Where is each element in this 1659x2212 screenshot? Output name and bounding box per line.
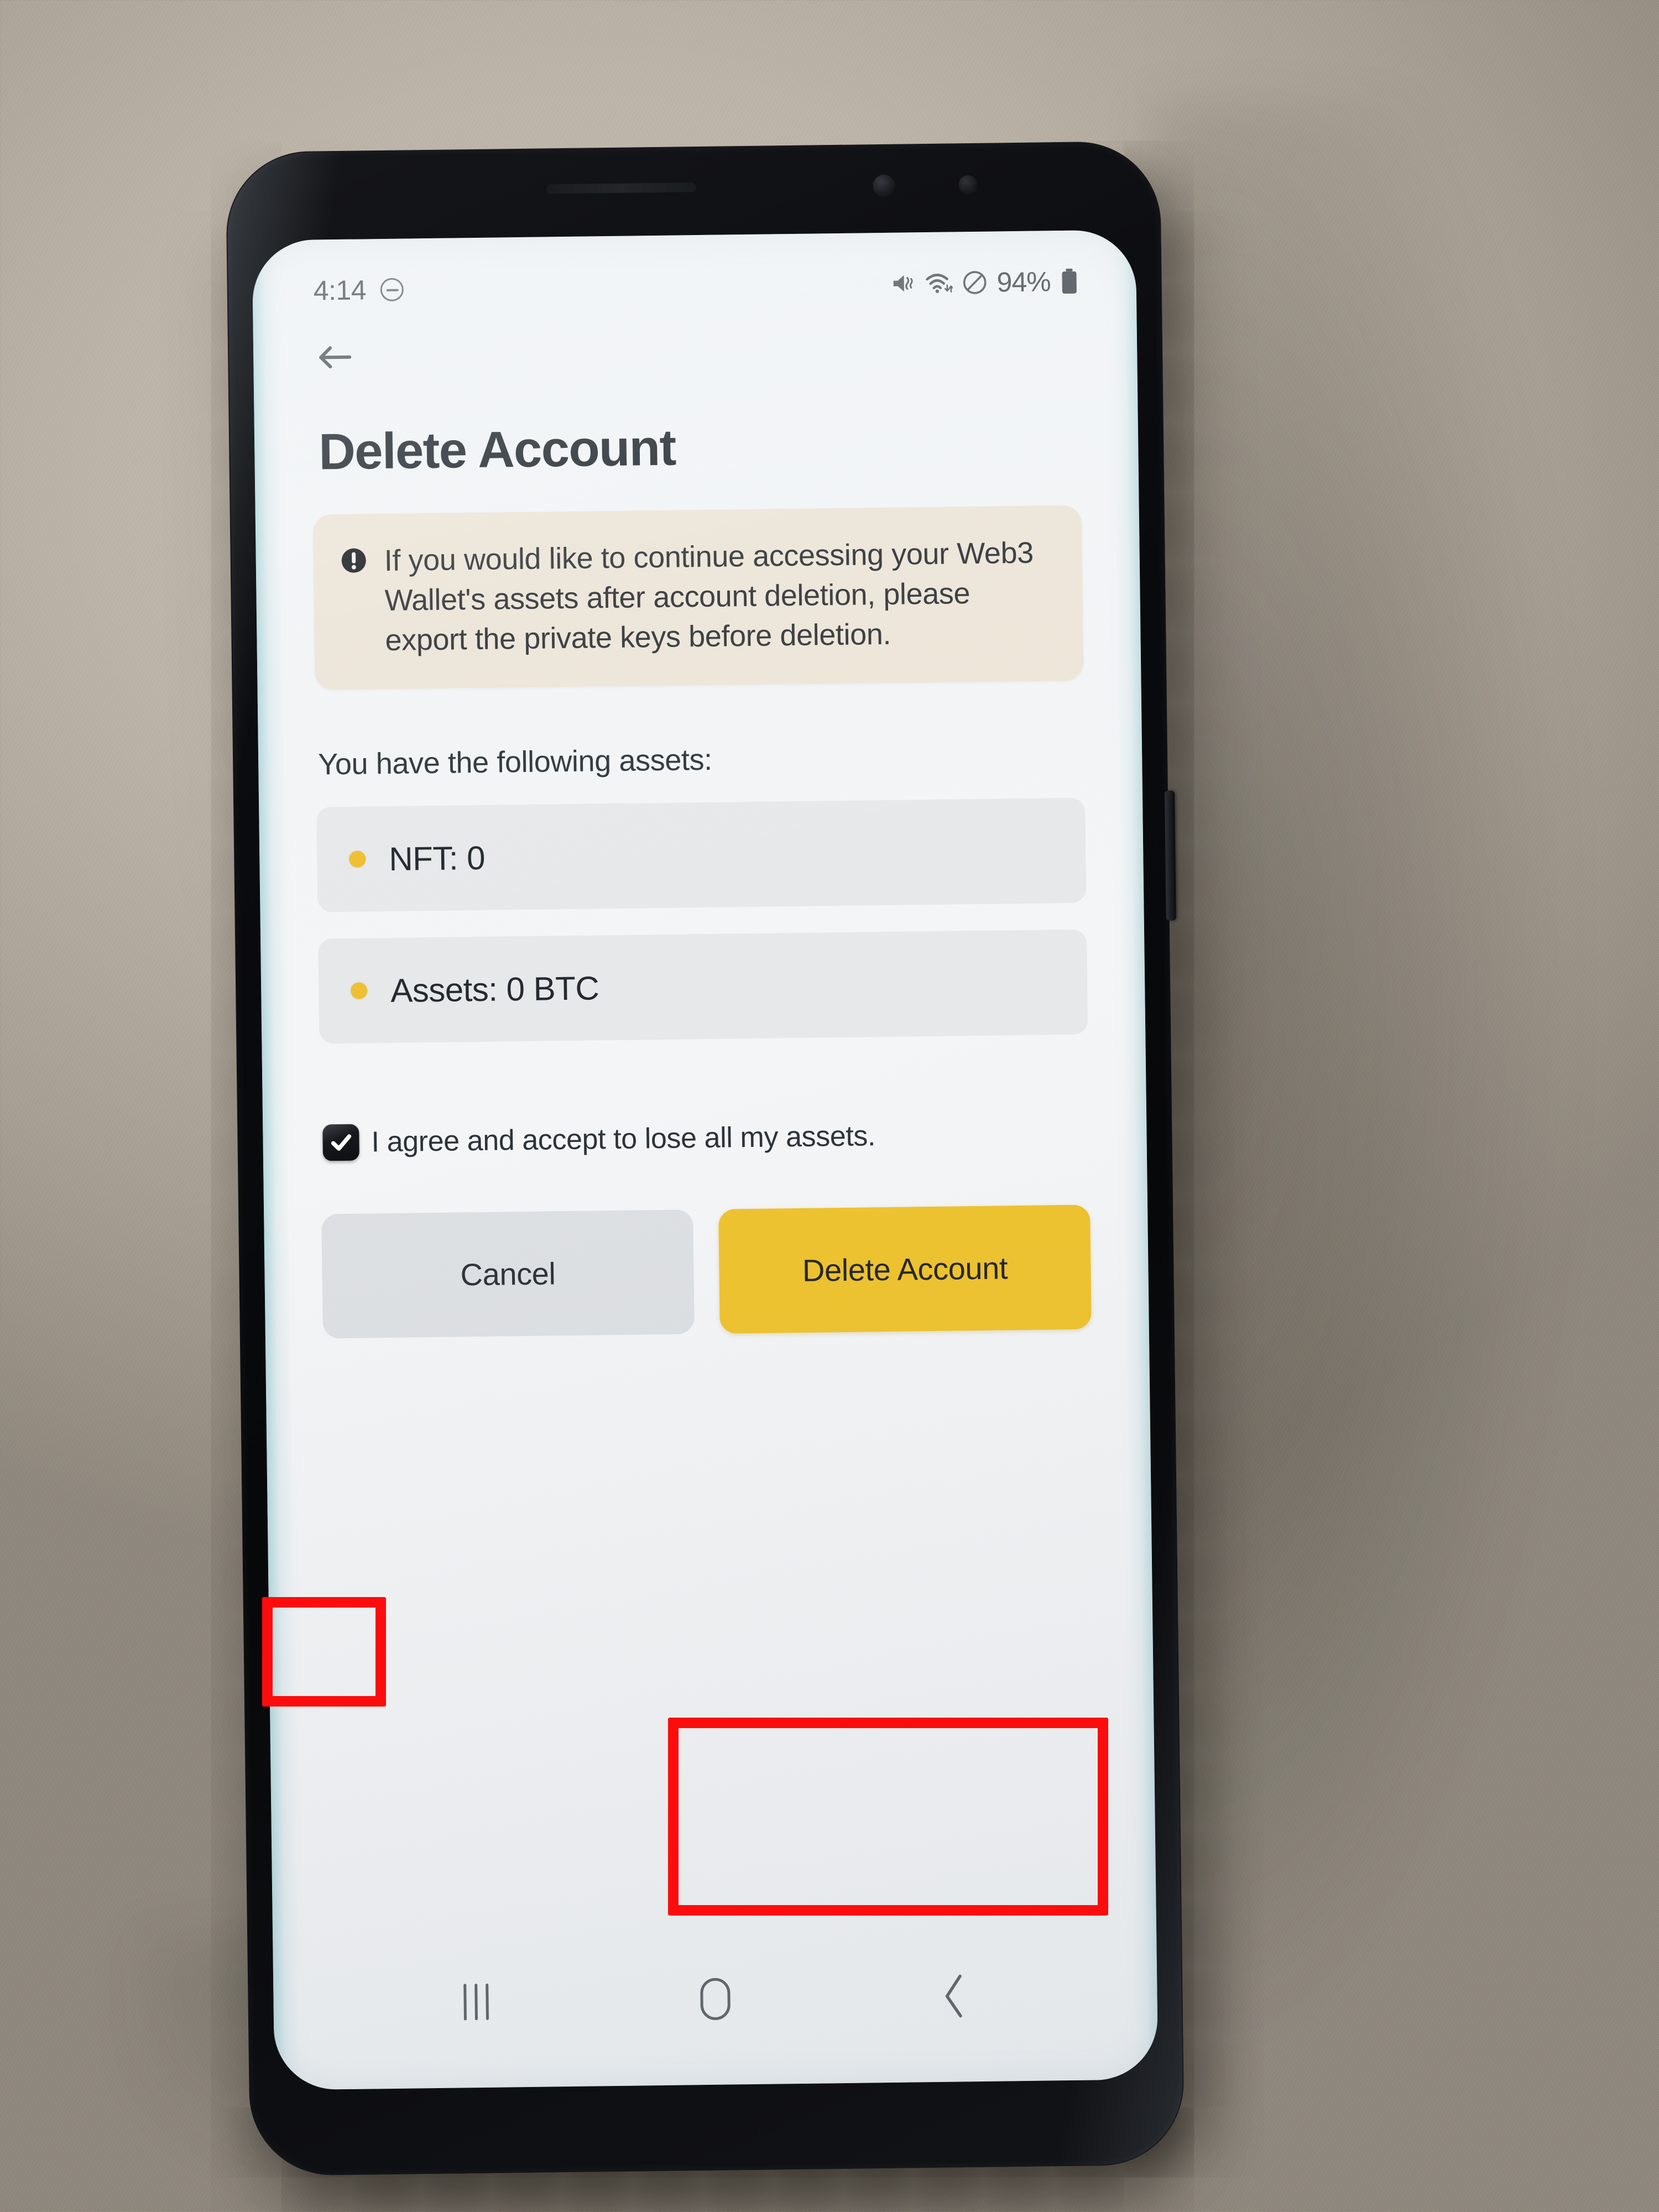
bullet-dot-icon <box>351 982 368 1000</box>
recents-icon[interactable] <box>434 1971 518 2033</box>
asset-row-assets: Assets: 0 BTC <box>318 929 1088 1044</box>
delete-account-button[interactable]: Delete Account <box>718 1204 1092 1334</box>
bullet-dot-icon <box>349 851 366 868</box>
wall-shadow-right <box>1150 100 1571 2035</box>
volume-mute-vibrate-icon <box>891 271 916 296</box>
exclamation-circle-icon <box>340 546 368 575</box>
do-not-disturb-minus-icon <box>380 278 404 302</box>
battery-percent-label: 94% <box>997 266 1051 298</box>
phone-screen: 4:14 94% Delete Account If you would lik… <box>252 229 1159 2090</box>
front-camera <box>873 174 895 197</box>
page-title: Delete Account <box>318 419 676 481</box>
phone-device: 4:14 94% Delete Account If you would lik… <box>225 140 1185 2177</box>
agreement-checkbox[interactable] <box>322 1124 360 1161</box>
action-button-row: Cancel Delete Account <box>321 1204 1092 1339</box>
checkmark-icon <box>331 1134 352 1151</box>
power-button[interactable] <box>1164 790 1176 921</box>
status-bar-right: 94% <box>891 265 1079 300</box>
warning-text: If you would like to continue accessing … <box>384 536 1034 657</box>
asset-row-nft: NFT: 0 <box>316 797 1087 912</box>
agreement-row[interactable]: I agree and accept to lose all my assets… <box>322 1115 1147 1161</box>
app-content: Delete Account If you would like to cont… <box>253 306 1157 2008</box>
app-top-bar <box>253 306 1138 400</box>
do-not-disturb-icon <box>962 270 988 296</box>
asset-label: Assets: 0 BTC <box>390 969 599 1009</box>
status-bar-left: 4:14 <box>313 274 404 307</box>
wifi-icon <box>925 270 953 295</box>
earpiece-speaker <box>546 182 696 194</box>
back-arrow-icon[interactable] <box>315 337 357 378</box>
agreement-label: I agree and accept to lose all my assets… <box>371 1120 876 1159</box>
cancel-button[interactable]: Cancel <box>321 1209 695 1339</box>
status-time: 4:14 <box>313 274 367 306</box>
battery-full-icon <box>1060 268 1079 295</box>
system-navigation-bar <box>273 1947 1158 2052</box>
home-icon[interactable] <box>674 1968 757 2030</box>
assets-heading: You have the following assets: <box>317 743 713 781</box>
nav-back-icon[interactable] <box>913 1965 997 2027</box>
warning-card: If you would like to continue accessing … <box>312 505 1084 690</box>
asset-label: NFT: 0 <box>388 839 486 878</box>
proximity-sensor <box>958 175 978 195</box>
